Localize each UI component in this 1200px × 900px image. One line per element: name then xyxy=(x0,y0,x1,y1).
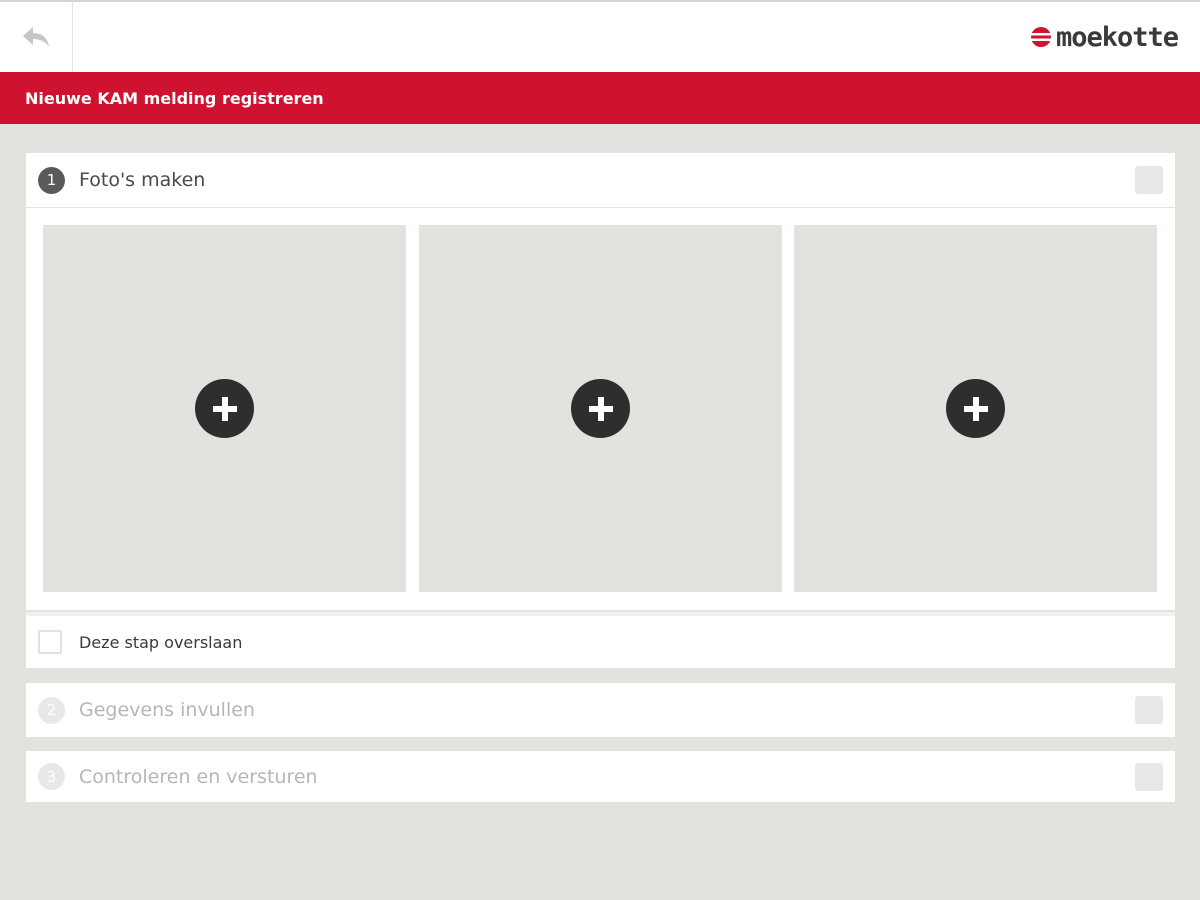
skip-step-label[interactable]: Deze stap overslaan xyxy=(79,633,242,652)
logo-text: moekotte xyxy=(1055,21,1179,53)
step-2-header[interactable]: 2 Gegevens invullen xyxy=(26,683,1175,737)
plus-icon[interactable] xyxy=(946,379,1005,438)
back-button[interactable] xyxy=(0,2,73,72)
logo-mark-icon xyxy=(1029,26,1052,48)
step-3-header[interactable]: 3 Controleren en versturen xyxy=(26,751,1175,802)
step-2-title: Gegevens invullen xyxy=(79,699,255,721)
step-2-number: 2 xyxy=(38,696,65,724)
photo-slot-2[interactable] xyxy=(419,225,782,592)
step-1-check xyxy=(1135,166,1163,194)
step-2-panel: 2 Gegevens invullen xyxy=(26,683,1175,737)
step-1-title: Foto's maken xyxy=(79,169,206,191)
photo-slot-3[interactable] xyxy=(794,225,1157,592)
plus-icon[interactable] xyxy=(571,379,630,438)
page-title: Nieuwe KAM melding registreren xyxy=(25,88,324,108)
step-3-panel: 3 Controleren en versturen xyxy=(26,751,1175,802)
step-3-check xyxy=(1135,762,1163,791)
logo: moekotte xyxy=(1029,20,1179,54)
skip-step-checkbox[interactable] xyxy=(38,630,62,654)
title-bar: Nieuwe KAM melding registreren xyxy=(0,72,1200,124)
step-1-number: 1 xyxy=(38,166,65,194)
step-3-number: 3 xyxy=(38,763,65,790)
plus-icon[interactable] xyxy=(195,379,254,438)
step-3-title: Controleren en versturen xyxy=(79,765,318,788)
photo-slot-1[interactable] xyxy=(43,225,406,592)
top-bar: moekotte xyxy=(0,0,1200,72)
step-1-panel: 1 Foto's maken xyxy=(26,153,1175,610)
back-arrow-icon xyxy=(23,27,49,47)
step-2-check xyxy=(1135,696,1163,724)
step-1-header[interactable]: 1 Foto's maken xyxy=(26,153,1175,207)
photo-grid xyxy=(26,207,1175,610)
skip-step-row: Deze stap overslaan xyxy=(26,612,1175,668)
